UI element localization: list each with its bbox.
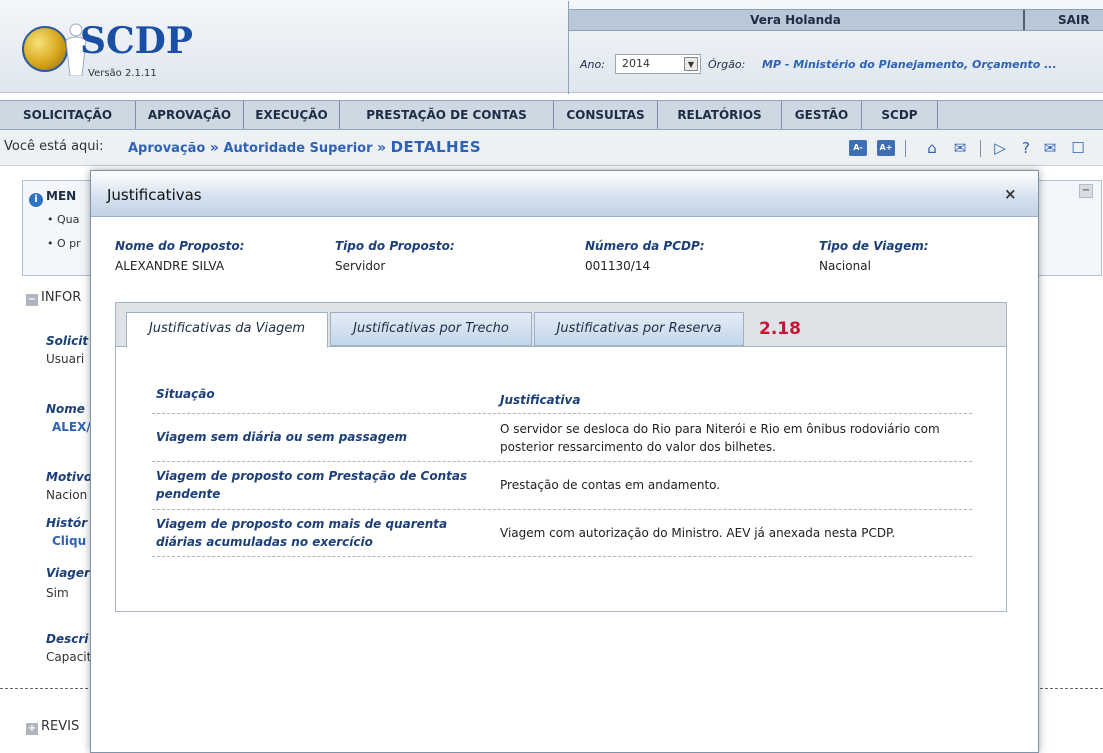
field-label: Solicit — [46, 334, 89, 348]
breadcrumb: Aprovação » Autoridade Superior » DETALH… — [128, 138, 481, 156]
field-label: Nome — [46, 402, 85, 416]
field-value: Capacit — [46, 650, 92, 664]
menu-aprovacao[interactable]: APROVAÇÃO — [136, 101, 244, 129]
section-informacoes[interactable]: − INFOR — [26, 290, 81, 306]
app-version: Versão 2.1.11 — [88, 68, 157, 79]
field-value: Nacion — [46, 488, 88, 502]
message-item: • O pr — [47, 237, 81, 250]
menu-execucao[interactable]: EXECUÇÃO — [244, 101, 340, 129]
tipo-viagem-label: Tipo de Viagem: — [819, 239, 929, 253]
chevron-down-icon[interactable]: ▼ — [684, 57, 698, 71]
breadcrumb-detalhes: DETALHES — [390, 138, 482, 156]
font-increase-button[interactable]: A+ — [877, 140, 895, 156]
nome-proposto-value: ALEXANDRE SILVA — [115, 259, 225, 273]
section-revisao[interactable]: + REVIS — [26, 719, 79, 735]
ano-select[interactable]: 2014 ▼ — [615, 54, 701, 74]
mail-icon[interactable]: ✉ — [1040, 138, 1060, 158]
row-justificativa: Viagem com autorização do Ministro. AEV … — [500, 526, 896, 540]
user-name: Vera Holanda — [750, 13, 841, 27]
feedback-icon[interactable]: ☐ — [1068, 138, 1088, 158]
numero-pcdp-value: 001130/14 — [585, 259, 651, 273]
justificativas-tabs: Justificativas da Viagem Justificativas … — [115, 302, 1007, 612]
breadcrumb-bar: Você está aqui: Aprovação » Autoridade S… — [0, 130, 1103, 166]
chat-icon[interactable]: ✉ — [950, 138, 970, 158]
breadcrumb-label: Você está aqui: — [4, 139, 104, 154]
orgao-label: Órgão: — [708, 58, 746, 71]
nome-proposto-label: Nome do Proposto: — [115, 239, 245, 253]
justificativas-dialog: Justificativas × Nome do Proposto: ALEXA… — [90, 170, 1039, 753]
row-divider — [152, 556, 972, 557]
menu-solicitacao[interactable]: SOLICITAÇÃO — [0, 101, 136, 129]
collapse-icon[interactable]: − — [26, 294, 38, 306]
close-icon[interactable]: × — [1004, 185, 1017, 203]
field-label: Viager — [46, 566, 90, 580]
row-divider — [152, 509, 972, 510]
row-situacao: Viagem de proposto com Prestação de Cont… — [156, 469, 468, 501]
help-icon[interactable]: ? — [1016, 138, 1036, 158]
breadcrumb-autoridade-superior[interactable]: Autoridade Superior — [223, 141, 372, 156]
ano-value: 2014 — [622, 57, 650, 70]
tipo-proposto-label: Tipo do Proposto: — [335, 239, 455, 253]
tab-justificativas-viagem[interactable]: Justificativas da Viagem — [126, 312, 328, 348]
dialog-header: Justificativas × — [91, 171, 1038, 217]
tab-justificativas-trecho[interactable]: Justificativas por Trecho — [330, 312, 532, 346]
collapse-icon[interactable]: − — [1079, 184, 1093, 198]
field-label: Histór — [46, 516, 88, 530]
menu-gestao[interactable]: GESTÃO — [782, 101, 862, 129]
column-header-justificativa: Justificativa — [500, 393, 581, 407]
menu-relatorios[interactable]: RELATÓRIOS — [658, 101, 782, 129]
field-value: Sim — [46, 586, 69, 600]
row-divider — [152, 461, 972, 462]
logout-button[interactable]: SAIR — [1058, 13, 1090, 27]
field-label: Motivo — [46, 470, 93, 484]
menu-prestacao-de-contas[interactable]: PRESTAÇÃO DE CONTAS — [340, 101, 554, 129]
menu-consultas[interactable]: CONSULTAS — [554, 101, 658, 129]
tipo-proposto-value: Servidor — [335, 259, 386, 273]
menu-scdp[interactable]: SCDP — [862, 101, 938, 129]
scdp-logo: SCDP Versão 2.1.11 — [22, 18, 193, 82]
chevron-right-icon: » — [377, 140, 387, 156]
row-justificativa: O servidor se desloca do Rio para Niteró… — [500, 422, 940, 454]
expand-icon[interactable]: + — [26, 723, 38, 735]
app-header: SCDP Versão 2.1.11 Vera Holanda SAIR Ano… — [0, 0, 1103, 94]
tab-justificativas-reserva[interactable]: Justificativas por Reserva — [534, 312, 744, 346]
dialog-title: Justificativas — [107, 186, 202, 204]
messages-title: MEN — [46, 189, 77, 203]
home-icon[interactable]: ⌂ — [922, 138, 942, 158]
tipo-viagem-value: Nacional — [819, 259, 871, 273]
version-tag: 2.18 — [759, 319, 801, 339]
numero-pcdp-label: Número da PCDP: — [585, 239, 705, 253]
field-link[interactable]: Cliqu — [52, 534, 86, 548]
breadcrumb-aprovacao[interactable]: Aprovação — [128, 141, 205, 156]
field-value: Usuari — [46, 352, 85, 366]
user-bar: Vera Holanda SAIR — [568, 1, 1103, 94]
app-name: SCDP — [80, 20, 193, 62]
tab-strip: Justificativas da Viagem Justificativas … — [116, 303, 1006, 348]
orgao-link[interactable]: MP - Ministério do Planejamento, Orçamen… — [762, 58, 1057, 71]
row-situacao: Viagem de proposto com mais de quarenta … — [156, 517, 448, 549]
main-menu: SOLICITAÇÃO APROVAÇÃO EXECUÇÃO PRESTAÇÃO… — [0, 100, 1103, 130]
chevron-right-icon: » — [209, 140, 219, 156]
column-header-situacao: Situação — [156, 387, 215, 401]
row-justificativa: Prestação de contas em andamento. — [500, 478, 721, 492]
field-label: Descri — [46, 632, 89, 646]
font-decrease-button[interactable]: A- — [849, 140, 867, 156]
message-item: • Qua — [47, 213, 80, 226]
play-icon[interactable]: ▷ — [990, 138, 1010, 158]
ano-label: Ano: — [580, 58, 605, 71]
info-icon: i — [29, 193, 43, 207]
row-divider — [152, 413, 972, 414]
field-link[interactable]: ALEX/ — [52, 420, 91, 434]
row-situacao: Viagem sem diária ou sem passagem — [156, 430, 407, 444]
